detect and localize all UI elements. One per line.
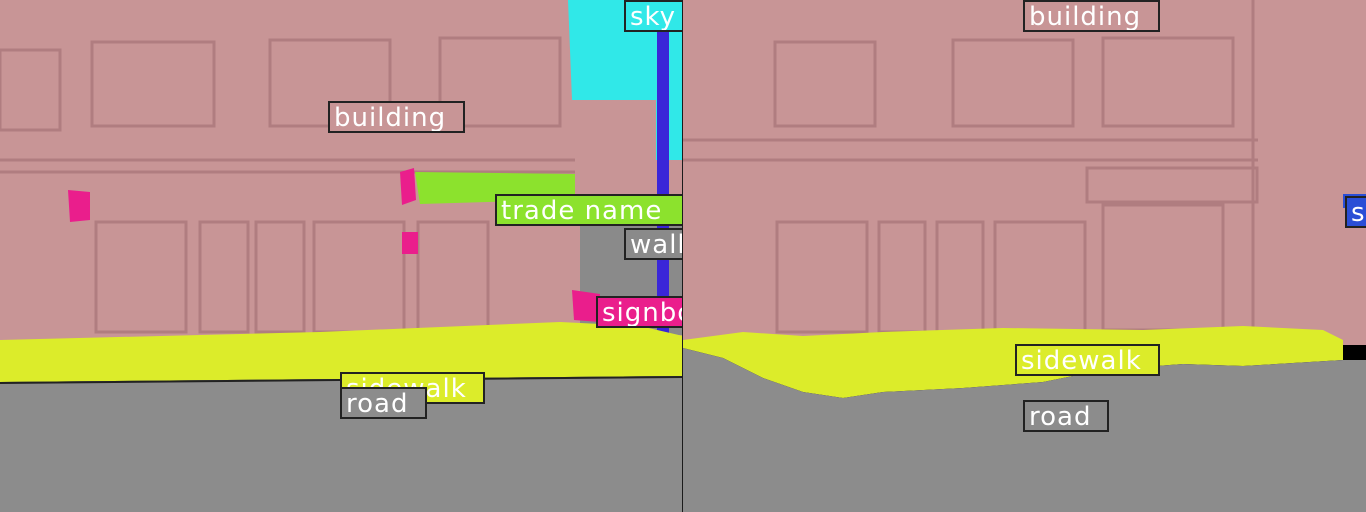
signboard-region <box>68 190 90 222</box>
right-segmentation-panel: building signboard sidewalk road <box>683 0 1366 512</box>
label-sidewalk: sidewalk <box>1015 344 1160 376</box>
segmentation-comparison: sky building trade name wall signboard s… <box>0 0 1366 512</box>
building-region <box>683 0 1366 345</box>
label-signboard-partial: signboard <box>1345 196 1366 228</box>
label-trade-name: trade name <box>495 194 683 226</box>
label-building: building <box>328 101 465 133</box>
label-sky: sky <box>624 0 683 32</box>
left-segmentation-panel: sky building trade name wall signboard s… <box>0 0 683 512</box>
label-building: building <box>1023 0 1160 32</box>
label-road: road <box>1023 400 1109 432</box>
label-wall: wall <box>624 228 683 260</box>
label-signboard: signboard <box>596 296 683 328</box>
signboard-region <box>402 232 418 254</box>
left-scene <box>0 0 683 512</box>
signboard-region <box>400 168 416 205</box>
label-road: road <box>340 387 427 419</box>
right-scene <box>683 0 1366 512</box>
